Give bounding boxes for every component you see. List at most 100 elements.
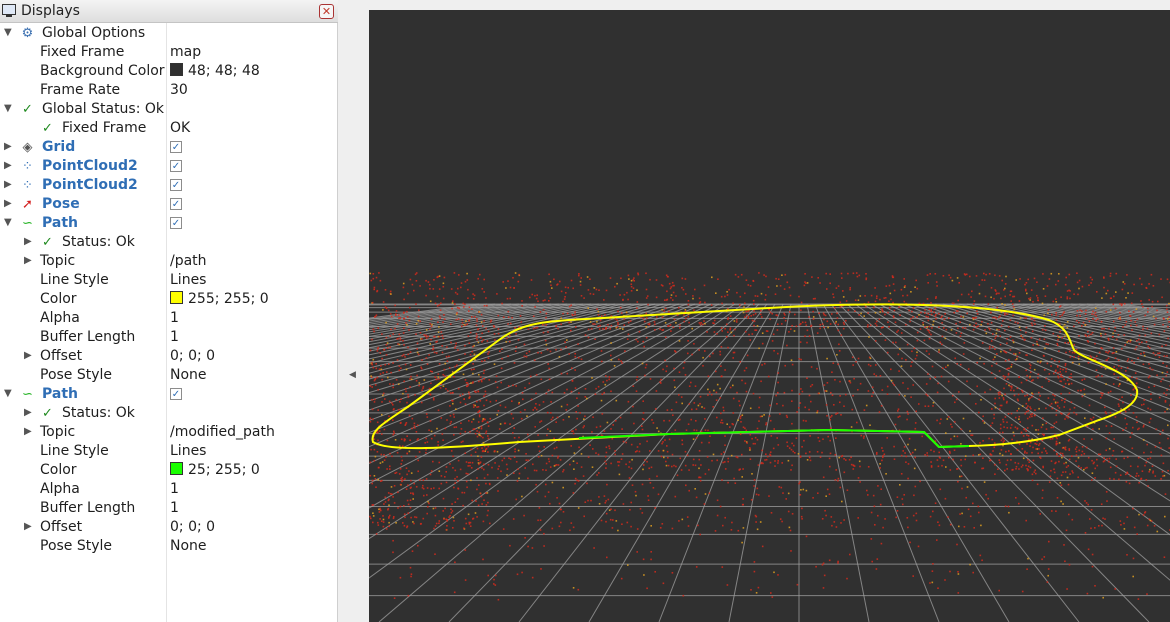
- cloud-point: [600, 399, 603, 402]
- tree-value[interactable]: 48; 48; 48: [170, 63, 260, 79]
- tree-value[interactable]: map: [170, 44, 201, 60]
- tree-row-path-1-buffer-length[interactable]: Buffer Length 1: [0, 328, 338, 347]
- tree-value[interactable]: None: [170, 367, 207, 383]
- enable-checkbox[interactable]: ✓: [170, 217, 182, 229]
- tree-row-global-status[interactable]: ▼ ✓ Global Status: Ok: [0, 100, 338, 119]
- expand-right-icon[interactable]: ▶: [24, 255, 32, 266]
- 3d-viewport[interactable]: [369, 10, 1170, 622]
- color-swatch[interactable]: [170, 462, 183, 475]
- tree-value[interactable]: Lines: [170, 443, 206, 459]
- cloud-point: [822, 562, 825, 565]
- expand-down-icon[interactable]: ▼: [4, 388, 12, 399]
- cloud-point: [454, 469, 457, 472]
- cloud-point: [407, 594, 410, 597]
- tree-value[interactable]: 1: [170, 500, 179, 516]
- cloud-point: [517, 449, 520, 452]
- tree-value[interactable]: 1: [170, 310, 179, 326]
- tree-row-path-2-color[interactable]: Color 25; 255; 0: [0, 461, 338, 480]
- tree-row-path-2-topic[interactable]: ▶ Topic/modified_path: [0, 423, 338, 442]
- cloud-point: [1068, 513, 1070, 516]
- enable-checkbox[interactable]: ✓: [170, 141, 182, 153]
- tree-row-path-1-topic[interactable]: ▶ Topic/path: [0, 252, 338, 271]
- tree-row-path-2-buffer-length[interactable]: Buffer Length 1: [0, 499, 338, 518]
- cloud-point: [1029, 364, 1032, 367]
- tree-row-path-1-status[interactable]: ▶ ✓ Status: Ok: [0, 233, 338, 252]
- expand-right-icon[interactable]: ▶: [24, 350, 32, 361]
- tree-value[interactable]: /modified_path: [170, 424, 275, 440]
- tree-row-pointcloud2-1[interactable]: ▶ ⁘ PointCloud2 ✓: [0, 157, 338, 176]
- tree-row-path-1-line-style[interactable]: Line Style Lines: [0, 271, 338, 290]
- cloud-point: [848, 380, 850, 382]
- expand-right-icon[interactable]: ▶: [4, 179, 12, 190]
- cloud-point: [976, 310, 978, 312]
- tree-value[interactable]: None: [170, 538, 207, 554]
- expand-right-icon[interactable]: ▶: [4, 141, 12, 152]
- tree-row-path-2-alpha[interactable]: Alpha 1: [0, 480, 338, 499]
- tree-row-background-color[interactable]: Background Color 48; 48; 48: [0, 62, 338, 81]
- tree-row-path-2-pose-style[interactable]: Pose Style None: [0, 537, 338, 556]
- tree-value[interactable]: OK: [170, 120, 190, 136]
- tree-value[interactable]: 1: [170, 329, 179, 345]
- tree-row-global-options[interactable]: ▼ ⚙ Global Options: [0, 24, 338, 43]
- enable-checkbox[interactable]: ✓: [170, 160, 182, 172]
- tree-value[interactable]: 255; 255; 0: [170, 291, 269, 307]
- expand-right-icon[interactable]: ▶: [24, 521, 32, 532]
- tree-row-fixed-frame[interactable]: Fixed Frame map: [0, 43, 338, 62]
- collapse-arrow-icon[interactable]: ◀: [349, 370, 356, 380]
- cloud-point: [403, 380, 405, 383]
- expand-right-icon[interactable]: ▶: [24, 407, 32, 418]
- expand-down-icon[interactable]: ▼: [4, 27, 12, 38]
- expand-down-icon[interactable]: ▼: [4, 103, 12, 114]
- tree-row-frame-rate[interactable]: Frame Rate 30: [0, 81, 338, 100]
- close-panel-button[interactable]: ✕: [319, 4, 334, 19]
- cloud-point: [778, 486, 781, 488]
- cloud-point: [419, 332, 422, 334]
- expand-right-icon[interactable]: ▶: [4, 198, 12, 209]
- expand-down-icon[interactable]: ▼: [4, 217, 12, 228]
- tree-value[interactable]: /path: [170, 253, 207, 269]
- cloud-point: [698, 458, 701, 461]
- color-swatch[interactable]: [170, 63, 183, 76]
- color-swatch[interactable]: [170, 291, 183, 304]
- expand-right-icon[interactable]: ▶: [24, 426, 32, 437]
- tree-row-path-2[interactable]: ▼ ∽ Path ✓: [0, 385, 338, 404]
- expand-right-icon[interactable]: ▶: [4, 160, 12, 171]
- cloud-point: [1108, 327, 1110, 330]
- cloud-point: [569, 529, 571, 532]
- cloud-point: [1078, 363, 1081, 365]
- tree-value[interactable]: 0; 0; 0: [170, 519, 215, 535]
- cloud-point: [611, 438, 614, 440]
- panel-splitter[interactable]: ◀: [338, 0, 369, 622]
- tree-value[interactable]: Lines: [170, 272, 206, 288]
- enable-checkbox[interactable]: ✓: [170, 388, 182, 400]
- cloud-point: [403, 327, 405, 330]
- tree-row-pointcloud2-2[interactable]: ▶ ⁘ PointCloud2 ✓: [0, 176, 338, 195]
- scene-canvas[interactable]: [369, 10, 1170, 622]
- tree-value[interactable]: 25; 255; 0: [170, 462, 260, 478]
- enable-checkbox[interactable]: ✓: [170, 179, 182, 191]
- cloud-point: [737, 529, 740, 532]
- tree-row-status-fixed-frame[interactable]: ✓ Fixed Frame OK: [0, 119, 338, 138]
- cloud-point: [678, 371, 681, 373]
- cloud-point: [740, 415, 742, 418]
- tree-row-path-2-line-style[interactable]: Line Style Lines: [0, 442, 338, 461]
- tree-row-grid[interactable]: ▶ ◈ Grid ✓: [0, 138, 338, 157]
- tree-value[interactable]: 0; 0; 0: [170, 348, 215, 364]
- cloud-point: [1020, 431, 1023, 434]
- cloud-point: [1068, 289, 1070, 292]
- tree-row-path-1-pose-style[interactable]: Pose Style None: [0, 366, 338, 385]
- tree-row-path-1-alpha[interactable]: Alpha 1: [0, 309, 338, 328]
- cloud-point: [381, 378, 383, 381]
- tree-row-path-1[interactable]: ▼ ∽ Path ✓: [0, 214, 338, 233]
- tree-row-pose[interactable]: ▶ ➚ Pose ✓: [0, 195, 338, 214]
- tree-row-path-2-offset[interactable]: ▶ Offset 0; 0; 0: [0, 518, 338, 537]
- expand-right-icon[interactable]: ▶: [24, 236, 32, 247]
- enable-checkbox[interactable]: ✓: [170, 198, 182, 210]
- tree-value[interactable]: 1: [170, 481, 179, 497]
- cloud-point: [857, 299, 860, 301]
- cloud-point: [405, 368, 408, 371]
- tree-row-path-1-color[interactable]: Color 255; 255; 0: [0, 290, 338, 309]
- tree-row-path-2-status[interactable]: ▶ ✓ Status: Ok: [0, 404, 338, 423]
- tree-value[interactable]: 30: [170, 82, 188, 98]
- tree-row-path-1-offset[interactable]: ▶ Offset 0; 0; 0: [0, 347, 338, 366]
